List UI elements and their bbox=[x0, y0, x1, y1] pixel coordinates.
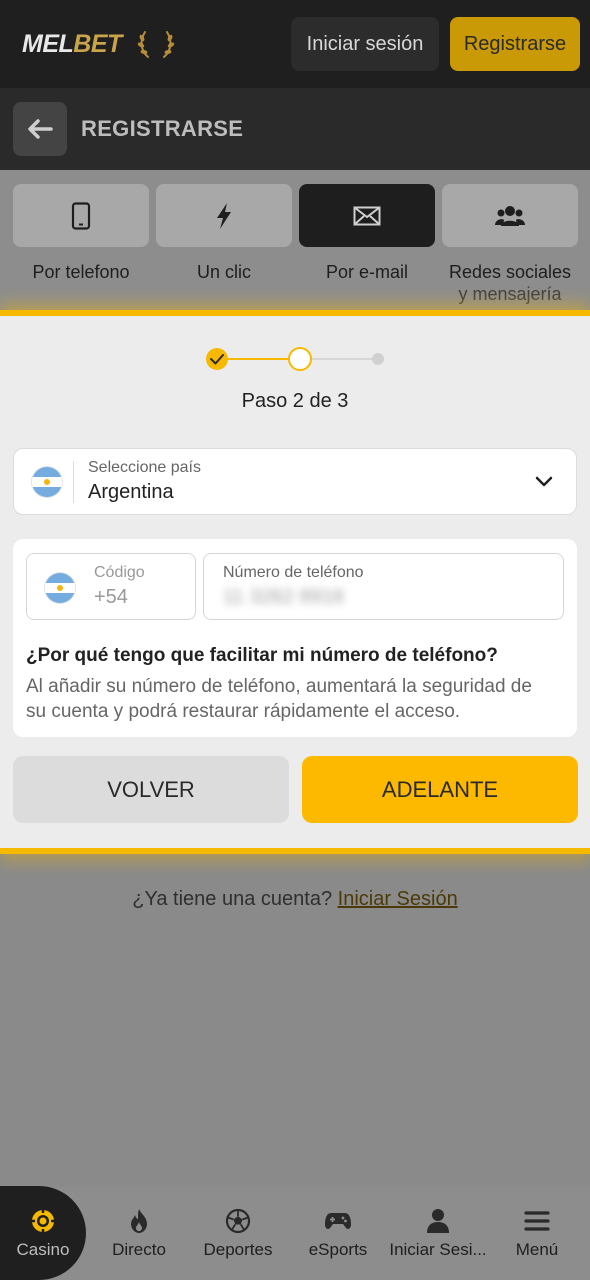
next-step-button[interactable]: ADELANTE bbox=[302, 756, 578, 823]
argentina-flag-icon bbox=[45, 573, 75, 603]
nav-esports[interactable]: eSports bbox=[288, 1186, 388, 1280]
method-label: Por telefono bbox=[32, 262, 130, 282]
arrow-left-icon bbox=[28, 119, 53, 139]
back-button[interactable] bbox=[13, 102, 67, 156]
have-account-line: ¿Ya tiene una cuenta? Iniciar Sesión bbox=[0, 888, 590, 911]
phone-icon bbox=[71, 201, 91, 230]
nav-label: Directo bbox=[112, 1240, 166, 1259]
method-tab-phone[interactable]: Por telefono bbox=[13, 184, 149, 283]
country-select-label: Seleccione país bbox=[88, 459, 201, 476]
logo-text-left: MEL bbox=[22, 30, 74, 58]
hamburger-menu-icon bbox=[524, 1211, 550, 1231]
argentina-flag-icon bbox=[32, 467, 62, 497]
code-label: Código bbox=[94, 564, 145, 581]
nav-label: Deportes bbox=[203, 1240, 273, 1259]
nav-label: Casino bbox=[16, 1240, 70, 1259]
step-2-current bbox=[288, 347, 312, 371]
phone-number-field[interactable]: Número de teléfono 11 3262 8918 bbox=[203, 553, 564, 620]
melbet-logo[interactable]: MELBET bbox=[22, 30, 122, 59]
envelope-icon bbox=[353, 206, 381, 225]
method-label: Un clic bbox=[196, 262, 251, 282]
registration-header: REGISTRARSE bbox=[0, 88, 590, 170]
bottom-navigation: Casino Directo Deportes eSports Iniciar … bbox=[0, 1186, 590, 1280]
registration-form-panel: Paso 2 de 3 Seleccione país Argentina Có… bbox=[0, 310, 590, 854]
login-link[interactable]: Iniciar Sesión bbox=[338, 888, 458, 910]
flame-icon bbox=[131, 1209, 147, 1233]
country-code-field[interactable]: Código +54 bbox=[26, 553, 196, 620]
registration-methods: Por telefono Un clic Por e-mail Redes so… bbox=[0, 170, 590, 310]
nav-label: Menú bbox=[515, 1240, 559, 1259]
nav-login[interactable]: Iniciar Sesi... bbox=[388, 1186, 488, 1280]
method-tab-one-click[interactable]: Un clic bbox=[156, 184, 292, 283]
method-label: Redes sociales bbox=[448, 262, 572, 282]
users-icon bbox=[495, 205, 525, 226]
method-label: Por e-mail bbox=[325, 262, 409, 282]
method-label-secondary: y mensajería bbox=[458, 284, 562, 304]
lightning-icon bbox=[217, 202, 231, 229]
method-tab-email[interactable]: Por e-mail bbox=[299, 184, 435, 283]
nav-label: Iniciar Sesi... bbox=[389, 1240, 487, 1259]
method-tab-social[interactable]: Redes sociales y mensajería bbox=[442, 184, 578, 305]
phone-number-value[interactable]: 11 3262 8918 bbox=[223, 586, 344, 609]
country-select[interactable]: Seleccione país Argentina bbox=[13, 448, 577, 515]
step-label: Paso 2 de 3 bbox=[241, 390, 349, 412]
have-account-text: ¿Ya tiene una cuenta? bbox=[132, 888, 333, 910]
chevron-down-icon bbox=[535, 476, 553, 487]
step-3-pending bbox=[372, 353, 384, 365]
register-button[interactable]: Registrarse bbox=[450, 17, 580, 71]
laurel-icon bbox=[137, 31, 175, 58]
nav-deportes[interactable]: Deportes bbox=[188, 1186, 288, 1280]
login-button[interactable]: Iniciar sesión bbox=[291, 17, 439, 71]
back-step-button[interactable]: VOLVER bbox=[13, 756, 289, 823]
nav-menu[interactable]: Menú bbox=[487, 1186, 587, 1280]
nav-casino[interactable]: Casino bbox=[0, 1186, 86, 1280]
phone-card: Código +54 Número de teléfono 11 3262 89… bbox=[13, 539, 577, 737]
phone-info-text: Al añadir su número de teléfono, aumenta… bbox=[26, 676, 532, 722]
nav-label: eSports bbox=[308, 1240, 368, 1259]
user-icon bbox=[427, 1209, 449, 1233]
nav-directo[interactable]: Directo bbox=[89, 1186, 189, 1280]
soccer-ball-icon bbox=[225, 1208, 251, 1234]
phone-number-label: Número de teléfono bbox=[223, 564, 364, 581]
country-select-value: Argentina bbox=[88, 481, 174, 503]
casino-chip-icon bbox=[32, 1210, 54, 1232]
page-title: REGISTRARSE bbox=[81, 116, 244, 141]
code-value: +54 bbox=[94, 586, 128, 608]
gamepad-icon bbox=[325, 1213, 351, 1229]
logo-text-right: BET bbox=[73, 30, 122, 58]
top-header: MELBET Iniciar sesión Registrarse bbox=[0, 0, 590, 88]
divider bbox=[73, 461, 74, 503]
step-1-done bbox=[206, 348, 228, 370]
phone-info-title: ¿Por qué tengo que facilitar mi número d… bbox=[26, 645, 498, 666]
